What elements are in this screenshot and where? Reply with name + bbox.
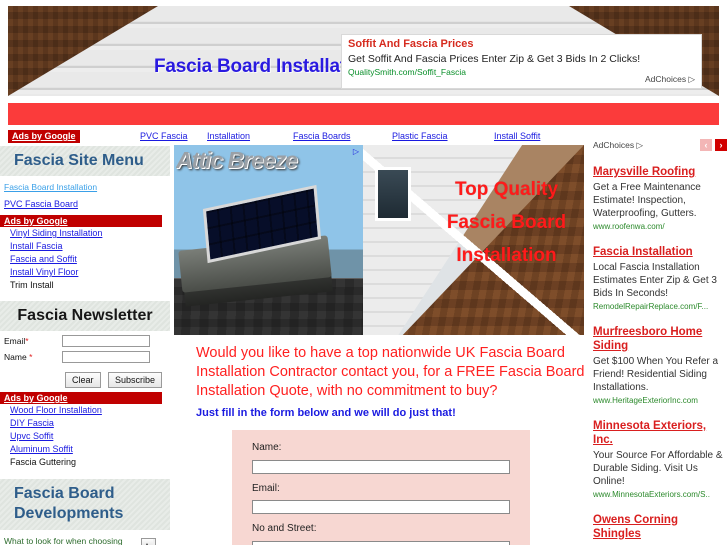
right-ad-url[interactable]: www.roofenwa.com/: [593, 221, 727, 232]
required-marker-name: *: [29, 352, 33, 362]
sidebar-ad-link-upvc-soffit[interactable]: Upvc Soffit: [0, 430, 170, 443]
right-ad-url[interactable]: www.MinnesotaExteriors.com/S..: [593, 489, 727, 500]
news-item: What to look for when choosing fascias a…: [4, 536, 144, 545]
photo-gable-window-graphic: [375, 167, 411, 221]
chevron-right-icon[interactable]: ›: [715, 139, 727, 151]
scroll-up-arrow-icon[interactable]: [142, 539, 153, 545]
lead-paragraph: Would you like to have a top nationwide …: [196, 345, 585, 399]
right-ad-item[interactable]: Owens Corning Shingles: [593, 513, 727, 541]
right-adchoices[interactable]: AdChoices ▷: [593, 140, 643, 151]
sidebar-heading-site-menu: Fascia Site Menu: [0, 146, 170, 176]
adchoices-triangle-icon: ▷: [636, 139, 644, 150]
quote-form-street-input[interactable]: [252, 540, 510, 545]
newsletter-clear-button[interactable]: Clear: [65, 372, 101, 388]
sidebar-item-pvc-fascia-board[interactable]: PVC Fascia Board: [0, 194, 170, 211]
header-adchoices-label: AdChoices: [644, 74, 687, 84]
sidebar-heading-developments: Fascia Board Developments: [0, 479, 170, 530]
ads-by-google-badge-sidebar-1[interactable]: Ads by Google: [0, 215, 162, 227]
sidebar-ad-link-install-vinyl-floor[interactable]: Install Vinyl Floor: [0, 266, 170, 279]
sidebar-ad-link-diy-fascia[interactable]: DIY Fascia: [0, 417, 170, 430]
fascia-house-photo: Top Quality Fascia Board Installation: [363, 145, 584, 335]
quote-form-name-label: Name:: [252, 442, 282, 453]
right-ad-url[interactable]: www.HeritageExteriorInc.com: [593, 395, 727, 406]
right-ad-item[interactable]: Minnesota Exteriors, Inc. Your Source Fo…: [593, 419, 727, 500]
right-ad-item[interactable]: Fascia Installation Local Fascia Install…: [593, 245, 727, 312]
sidebar-ad-link-aluminum-soffit[interactable]: Aluminum Soffit: [0, 443, 170, 456]
newsletter-subscribe-button[interactable]: Subscribe: [107, 372, 162, 388]
hero-area: Attic Breeze ▷ Top Quality Fascia Board …: [174, 145, 584, 335]
sidebar-ad-link-fascia-and-soffit[interactable]: Fascia and Soffit: [0, 253, 170, 266]
header-adchoices[interactable]: AdChoices ▷: [645, 74, 695, 85]
newsletter-email-label: Email*: [4, 336, 62, 346]
top-link-install-soffit[interactable]: Install Soffit: [494, 131, 540, 141]
ad-carousel-arrows: ‹ ›: [700, 139, 727, 151]
center-content: Attic Breeze ▷ Top Quality Fascia Board …: [174, 145, 584, 335]
newsletter-name-row: Name *: [4, 351, 170, 363]
header-banner: Fascia Board Installation Soffit And Fas…: [8, 6, 719, 96]
lead-subtext: Just fill in the form below and we will …: [196, 407, 456, 419]
right-ad-title-minnesota-exteriors[interactable]: Minnesota Exteriors, Inc.: [593, 419, 727, 447]
sidebar-heading-newsletter: Fascia Newsletter: [0, 301, 170, 331]
page-root: Fascia Board Installation Soffit And Fas…: [0, 0, 727, 545]
sidebar-ad-link-vinyl-siding-installation[interactable]: Vinyl Siding Installation: [0, 227, 170, 240]
right-adchoices-label: AdChoices: [593, 139, 635, 150]
right-ad-url[interactable]: RemodelRepairReplace.com/F...: [593, 301, 727, 312]
header-ad-title[interactable]: Soffit And Fascia Prices: [348, 38, 695, 51]
sidebar-ad-link-install-fascia[interactable]: Install Fascia: [0, 240, 170, 253]
newsletter-name-label-text: Name: [4, 352, 27, 362]
ads-by-google-badge-sidebar-2[interactable]: Ads by Google: [0, 392, 162, 404]
top-link-plastic-fascia[interactable]: Plastic Fascia: [392, 131, 448, 141]
header-ad-url[interactable]: QualitySmith.com/Soffit_Fascia: [348, 67, 695, 78]
developments-news-box: What to look for when choosing fascias a…: [0, 536, 170, 545]
sidebar-ad-link-wood-floor-installation[interactable]: Wood Floor Installation: [0, 404, 170, 417]
hero-overlay-line2: Fascia Board: [446, 212, 567, 233]
attic-breeze-brand-text: Attic Breeze: [176, 147, 298, 173]
red-divider-bar: [8, 103, 719, 125]
quote-form-email-label: Email:: [252, 482, 280, 494]
quote-form-street-label: No and Street:: [252, 523, 317, 534]
hero-overlay-text: Top Quality Fascia Board Installation: [429, 173, 584, 272]
right-ad-title-murfreesboro-home-siding[interactable]: Murfreesboro Home Siding: [593, 325, 727, 353]
adchoices-triangle-icon[interactable]: ▷: [353, 147, 359, 156]
developments-heading-line1: Fascia Board: [14, 485, 115, 502]
newsletter-name-input[interactable]: [62, 351, 150, 363]
quote-request-form: Name: Email: No and Street:: [232, 430, 530, 545]
header-ad[interactable]: Soffit And Fascia Prices Get Soffit And …: [341, 34, 702, 89]
news-item-lead: What to look for when choosing: [4, 536, 123, 545]
newsletter-email-input[interactable]: [62, 335, 150, 347]
right-ad-title-owens-corning-shingles[interactable]: Owens Corning Shingles: [593, 513, 727, 541]
adchoices-triangle-icon: ▷: [688, 74, 695, 84]
quote-form-email-input[interactable]: [252, 500, 510, 514]
newsletter-buttons: Clear Subscribe: [0, 370, 162, 388]
developments-heading-line2: Developments: [14, 505, 124, 522]
required-marker-email: *: [25, 336, 29, 346]
chevron-left-icon[interactable]: ‹: [700, 139, 712, 151]
right-ad-description: Get a Free Maintenance Estimate! Inspect…: [593, 182, 701, 219]
top-link-installation[interactable]: Installation: [207, 131, 250, 141]
sidebar-item-fascia-board-installation[interactable]: Fascia Board Installation: [0, 176, 170, 194]
right-ad-item[interactable]: Murfreesboro Home Siding Get $100 When Y…: [593, 325, 727, 406]
right-column-header: AdChoices ▷ ‹ ›: [593, 138, 727, 152]
newsletter-email-row: Email*: [4, 335, 170, 347]
quote-form-name-input[interactable]: [252, 459, 510, 474]
right-ad-description: Get $100 When You Refer a Friend! Reside…: [593, 356, 719, 393]
right-ad-column: AdChoices ▷ ‹ › Marysville Roofing Get a…: [593, 138, 727, 541]
right-ad-title-marysville-roofing[interactable]: Marysville Roofing: [593, 165, 727, 179]
right-ad-title-fascia-installation[interactable]: Fascia Installation: [593, 245, 727, 259]
right-ad-item[interactable]: Marysville Roofing Get a Free Maintenanc…: [593, 165, 727, 232]
newsletter-email-label-text: Email: [4, 336, 26, 346]
news-scrollbar[interactable]: [141, 538, 156, 545]
sidebar-ad-link-fascia-guttering[interactable]: Fascia Guttering: [0, 456, 170, 469]
left-sidebar: Fascia Site Menu Fascia Board Installati…: [0, 128, 170, 545]
attic-breeze-ad[interactable]: Attic Breeze ▷: [174, 145, 363, 335]
hero-overlay-line1: Top Quality: [454, 179, 559, 200]
right-ad-description: Your Source For Affordable & Durable Sid…: [593, 450, 723, 487]
sidebar-ad-link-trim-install[interactable]: Trim Install: [0, 279, 170, 292]
header-ad-description: Get Soffit And Fascia Prices Enter Zip &…: [348, 53, 641, 65]
newsletter-name-label: Name *: [4, 352, 62, 362]
hero-overlay-line3: Installation: [456, 245, 557, 266]
top-link-fascia-boards[interactable]: Fascia Boards: [293, 131, 351, 141]
right-ad-description: Local Fascia Installation Estimates Ente…: [593, 262, 717, 299]
